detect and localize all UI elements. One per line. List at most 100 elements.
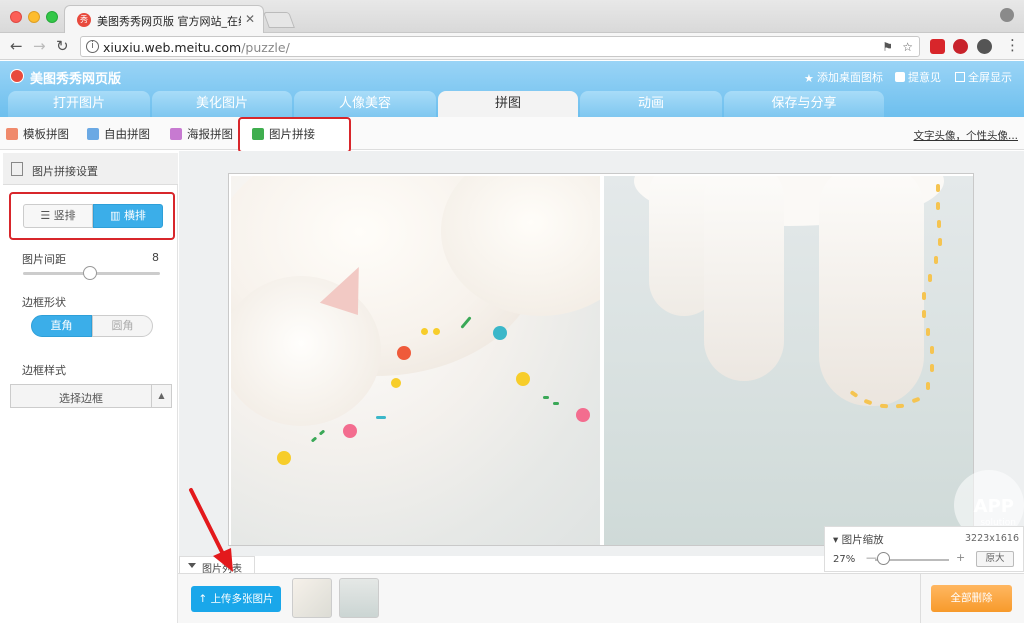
add-desktop-icon-link[interactable]: ★ 添加桌面图标	[804, 69, 883, 85]
extension-icon-3[interactable]	[977, 39, 992, 54]
dash-sticker	[936, 202, 940, 210]
zoom-in-button[interactable]: +	[956, 551, 965, 564]
avatar-promo-link[interactable]: 文字头像，个性头像...	[913, 128, 1018, 143]
tab-portrait[interactable]: 人像美容	[294, 91, 436, 117]
flower-sticker	[397, 346, 411, 360]
settings-panel-icon	[11, 162, 23, 176]
mode-stitch-label: 图片拼接	[269, 127, 315, 141]
translate-icon[interactable]: ⚑	[882, 40, 893, 54]
info-icon[interactable]: i	[86, 40, 99, 53]
tab-close-icon[interactable]: ✕	[245, 12, 255, 26]
url-text: xiuxiu.web.meitu.com/puzzle/	[103, 40, 290, 55]
image-list-tray: ↑ 上传多张图片 全部删除	[178, 573, 1024, 623]
meitu-favicon-icon: 秀	[77, 13, 91, 27]
extension-icon-1[interactable]	[930, 39, 945, 54]
collage-photo-2[interactable]	[604, 176, 973, 545]
zoom-title[interactable]: ▾ 图片缩放	[833, 532, 884, 547]
forward-arrow-icon[interactable]: →	[33, 37, 46, 55]
dash-sticker	[879, 403, 889, 409]
feedback-link[interactable]: 提意见	[895, 69, 941, 85]
chrome-menu-icon[interactable]: ⋮	[1005, 36, 1020, 54]
tray-divider	[920, 574, 921, 623]
zoom-slider-handle[interactable]	[877, 552, 890, 565]
stitched-collage	[228, 173, 974, 546]
flower-sticker	[516, 372, 530, 386]
zoom-out-button[interactable]: —	[866, 551, 877, 564]
stitch-settings-panel: 图片拼接设置 ☰ 竖排 ▥ 横排 图片间距 8 边框形状 直角 圆角 边框样式 …	[3, 153, 178, 623]
image-thumbnail[interactable]	[339, 578, 379, 618]
browser-tab[interactable]: 秀 美图秀秀网页版 官方网站_在线图片处理 ✕	[64, 5, 264, 33]
flower-sticker	[576, 408, 590, 422]
tab-open-image[interactable]: 打开图片	[8, 91, 150, 117]
close-window-button[interactable]	[10, 11, 22, 23]
fullscreen-label: 全屏显示	[968, 71, 1012, 84]
watermark-text: APP	[973, 496, 1014, 517]
orientation-toggle: ☰ 竖排 ▥ 横排	[9, 192, 175, 240]
horizontal-label: 横排	[123, 209, 146, 222]
star-icon: ★	[804, 72, 814, 85]
vertical-layout-button[interactable]: ☰ 竖排	[23, 204, 93, 228]
poster-puzzle-icon	[170, 128, 182, 140]
flower-sticker	[277, 451, 291, 465]
image-stitch-icon	[252, 128, 264, 140]
cat-leg	[704, 176, 784, 381]
url-host: xiuxiu.web.meitu.com	[103, 40, 242, 55]
feedback-label: 提意见	[908, 71, 941, 84]
maximize-window-button[interactable]	[46, 11, 58, 23]
dash-sticker	[911, 396, 921, 404]
profile-icon[interactable]	[1000, 8, 1014, 22]
delete-all-button[interactable]: 全部删除	[931, 585, 1012, 612]
mode-image-stitch[interactable]: 图片拼接	[252, 126, 315, 142]
upload-arrow-icon: ↑	[198, 593, 211, 605]
mode-free-puzzle[interactable]: 自由拼图	[87, 126, 150, 142]
tab-animation[interactable]: 动画	[580, 91, 722, 117]
fullscreen-icon	[955, 72, 965, 82]
free-puzzle-icon	[87, 128, 99, 140]
back-arrow-icon[interactable]: ←	[10, 37, 23, 55]
browser-tab-strip: 秀 美图秀秀网页版 官方网站_在线图片处理 ✕	[0, 0, 1024, 33]
panel-header: 图片拼接设置	[3, 153, 178, 185]
annotation-arrow-icon	[189, 488, 233, 572]
leaf-sticker	[318, 429, 326, 436]
vertical-label: 竖排	[53, 209, 76, 222]
zoom-label: 图片缩放	[841, 534, 884, 546]
flower-sticker	[391, 378, 401, 388]
square-corner-button[interactable]: 直角	[31, 315, 92, 337]
upload-multiple-button[interactable]: ↑ 上传多张图片	[191, 586, 281, 612]
address-bar[interactable]: i xiuxiu.web.meitu.com/puzzle/ ⚑ ☆	[80, 36, 920, 57]
border-style-select-text: 选择边框	[59, 392, 103, 405]
pinterest-icon[interactable]	[953, 39, 968, 54]
mode-poster-puzzle[interactable]: 海报拼图	[170, 126, 233, 142]
reload-icon[interactable]: ↻	[56, 37, 69, 55]
tab-save-share[interactable]: 保存与分享	[724, 91, 884, 117]
horizontal-icon: ▥	[110, 209, 124, 222]
round-corner-button[interactable]: 圆角	[92, 315, 153, 337]
zoom-panel: ▾ 图片缩放 3223x1616 27% — + 原大	[824, 526, 1024, 572]
image-thumbnail[interactable]	[292, 578, 332, 618]
original-size-button[interactable]: 原大	[976, 551, 1014, 567]
vertical-icon: ☰	[40, 209, 54, 222]
panel-title: 图片拼接设置	[32, 165, 98, 178]
border-style-select[interactable]: 选择边框 ▲	[10, 384, 172, 408]
spacing-slider-handle[interactable]	[83, 266, 97, 280]
dropdown-arrow-icon[interactable]: ▲	[151, 385, 171, 407]
app-title: 美图秀秀网页版	[30, 72, 122, 87]
mode-template-label: 模板拼图	[23, 127, 69, 141]
collage-photo-1[interactable]	[231, 176, 600, 545]
bookmark-star-icon[interactable]: ☆	[902, 40, 913, 54]
dash-sticker	[922, 292, 926, 300]
zoom-percent: 27%	[833, 554, 856, 565]
horizontal-layout-button[interactable]: ▥ 横排	[93, 204, 163, 228]
minimize-window-button[interactable]	[28, 11, 40, 23]
browser-toolbar: ← → ↻ i xiuxiu.web.meitu.com/puzzle/ ⚑ ☆…	[0, 33, 1024, 60]
fullscreen-link[interactable]: 全屏显示	[955, 69, 1012, 85]
tab-beautify[interactable]: 美化图片	[152, 91, 292, 117]
flower-sticker	[493, 326, 507, 340]
dash-sticker	[926, 328, 930, 336]
dash-sticker	[928, 274, 932, 282]
meitu-logo-icon	[10, 69, 24, 83]
mode-template-puzzle[interactable]: 模板拼图	[6, 126, 69, 142]
new-tab-button[interactable]	[263, 12, 295, 28]
dash-sticker	[926, 382, 930, 390]
tab-puzzle[interactable]: 拼图	[438, 91, 578, 117]
